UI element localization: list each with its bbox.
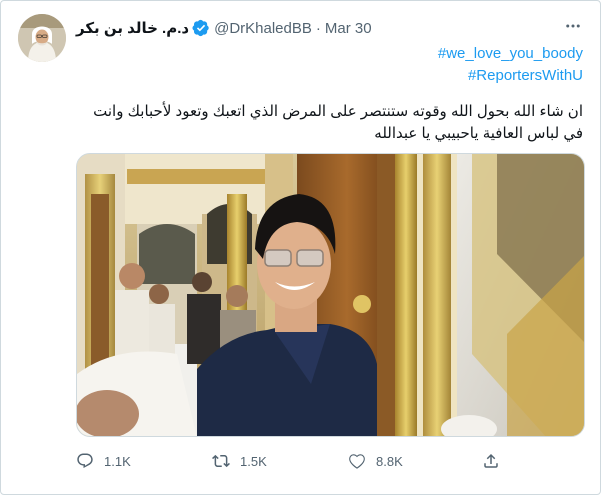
tweet-text-line: ان شاء الله بحول الله وقوته ستنتصر على ا…: [93, 103, 583, 120]
tweet-photo[interactable]: [76, 153, 585, 437]
more-options-icon[interactable]: [562, 15, 584, 37]
author-handle[interactable]: @DrKhaledBB: [214, 20, 312, 37]
retweet-icon: [212, 454, 230, 468]
reply-icon: [77, 453, 93, 469]
separator-dot: ·: [315, 19, 321, 37]
hashtag-link[interactable]: #we_love_you_boody: [438, 43, 583, 65]
like-button[interactable]: 8.8K: [348, 449, 403, 473]
share-button[interactable]: [482, 449, 510, 473]
tweet-card[interactable]: د.م. خالد بن بكر @DrKhaledBB · Mar 30 #w…: [0, 0, 601, 495]
author-name[interactable]: د.م. خالد بن بكر: [76, 19, 189, 37]
reply-count: 1.1K: [104, 453, 131, 469]
retweet-count: 1.5K: [240, 453, 267, 469]
heart-icon: [349, 454, 365, 469]
like-count: 8.8K: [376, 453, 403, 469]
timestamp[interactable]: Mar 30: [325, 20, 372, 37]
reply-button[interactable]: 1.1K: [76, 449, 131, 473]
retweet-button[interactable]: 1.5K: [212, 449, 267, 473]
share-icon: [484, 453, 498, 468]
avatar[interactable]: [18, 14, 66, 62]
verified-badge-icon: [192, 19, 210, 37]
hashtag-link[interactable]: #ReportersWithU: [438, 65, 583, 87]
hashtag-list: #we_love_you_boody #ReportersWithU: [438, 43, 583, 87]
tweet-actions: 1.1K 1.5K 8.8K: [76, 449, 516, 473]
tweet-text-line: في لباس العافية ياحبيبي يا عبدالله: [374, 125, 583, 142]
tweet-text: ان شاء الله بحول الله وقوته ستنتصر على ا…: [78, 101, 583, 145]
tweet-header: د.م. خالد بن بكر @DrKhaledBB · Mar 30: [76, 17, 372, 39]
